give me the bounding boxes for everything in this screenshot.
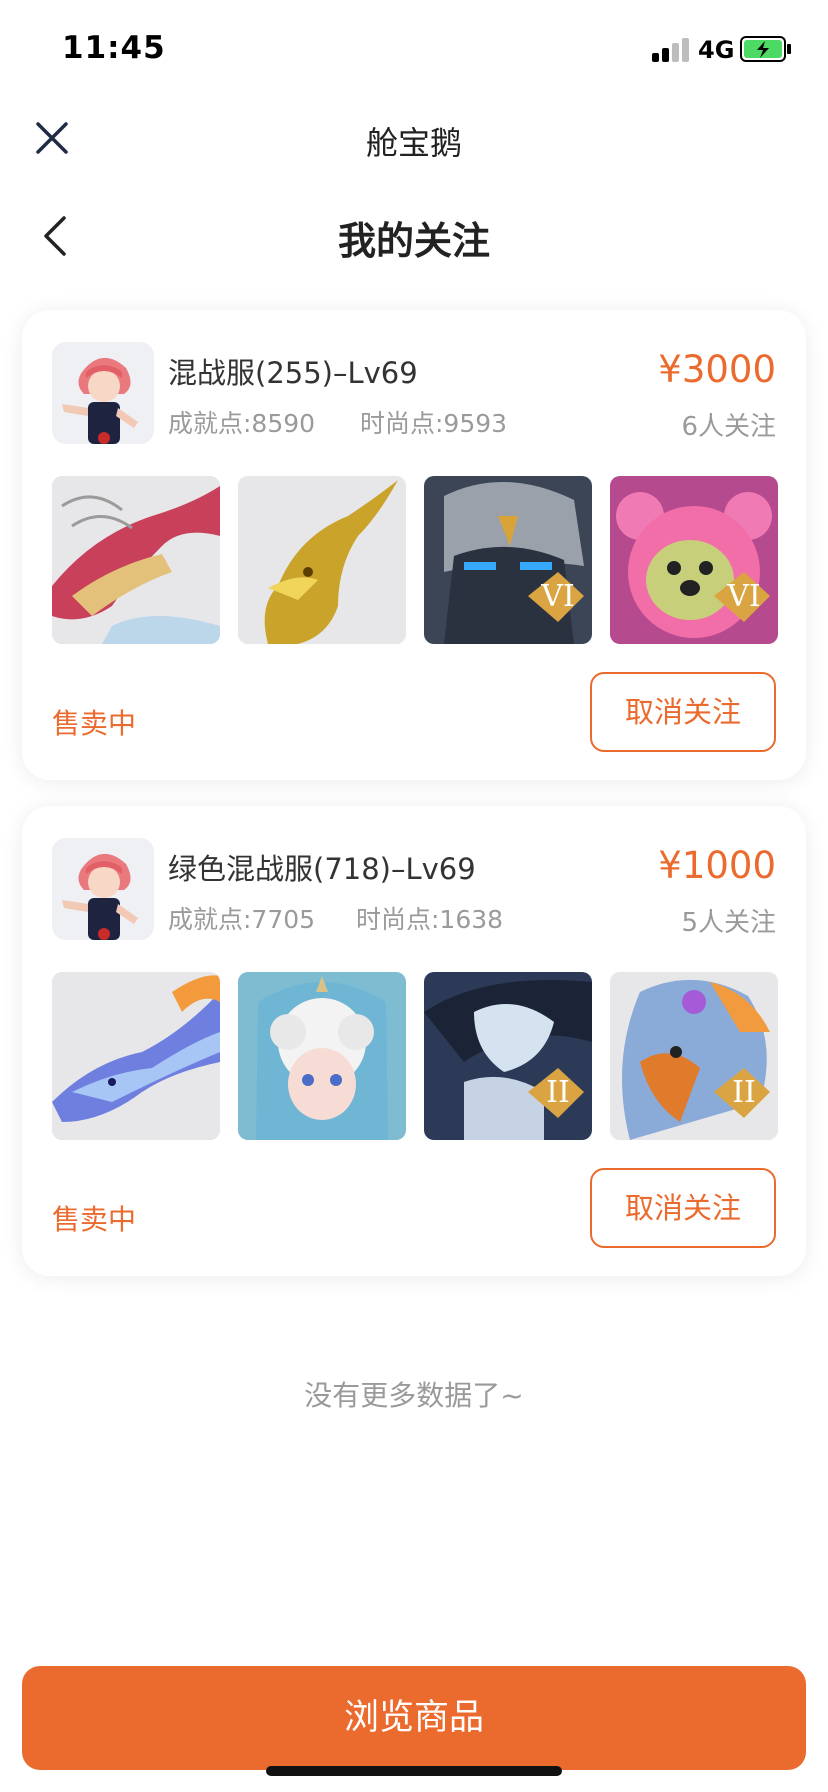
sale-status: 售卖中 [52, 707, 137, 740]
item-thumbnails: II II [52, 972, 778, 1140]
fashion-points: 时尚点:9593 [360, 409, 508, 438]
page-title: 我的关注 [337, 219, 490, 263]
no-more-data-label: 没有更多数据了~ [304, 1379, 524, 1412]
item-thumbnails: VI VI [52, 476, 778, 644]
price: ¥1000 [658, 844, 776, 887]
sale-status: 售卖中 [52, 1203, 137, 1236]
character-avatar [52, 342, 154, 444]
unfollow-button[interactable]: 取消关注 [590, 1168, 776, 1248]
fashion-points: 时尚点:1638 [356, 905, 504, 934]
network-label: 4G [698, 36, 735, 64]
listing-card[interactable]: 混战服(255)–Lv69 成就点:8590 时尚点:9593 ¥3000 6人… [22, 310, 806, 780]
server-name: 混战服(255)–Lv69 [168, 356, 418, 390]
rank-badge: VI [726, 579, 761, 614]
my-follows-page: 11:45 4G 舱宝鹅 我的关注 混战服(255)–Lv69 成就点:8590… [0, 0, 828, 1792]
listing-card[interactable]: 绿色混战服(718)–Lv69 成就点:7705 时尚点:1638 ¥1000 … [22, 806, 806, 1276]
status-bar: 11:45 4G [0, 0, 828, 100]
achievement-points: 成就点:7705 [168, 905, 316, 934]
app-title: 舱宝鹅 [365, 124, 462, 162]
follower-count: 5人关注 [681, 908, 776, 938]
ice-dragon-rider-icon[interactable]: II [424, 972, 592, 1140]
cloud-doll-icon[interactable] [238, 972, 406, 1140]
battery-charging-icon [740, 36, 791, 62]
red-dragon-icon[interactable] [52, 476, 220, 644]
status-time: 11:45 [62, 30, 166, 66]
home-indicator[interactable] [266, 1766, 562, 1776]
browse-products-button[interactable]: 浏览商品 [22, 1666, 806, 1770]
eagle-icon[interactable]: II [610, 972, 778, 1140]
unfollow-button[interactable]: 取消关注 [590, 672, 776, 752]
stone-golem-icon[interactable]: VI [424, 476, 592, 644]
rank-badge: II [732, 1075, 756, 1110]
character-avatar [52, 838, 154, 940]
rank-badge: VI [540, 579, 575, 614]
follower-count: 6人关注 [681, 412, 776, 442]
rank-badge: II [546, 1075, 570, 1110]
server-name: 绿色混战服(718)–Lv69 [168, 852, 476, 886]
achievement-points: 成就点:8590 [168, 409, 316, 438]
signal-icon [652, 38, 692, 62]
price: ¥3000 [658, 348, 776, 391]
blue-dragon-icon[interactable] [52, 972, 220, 1140]
golden-phoenix-icon[interactable] [238, 476, 406, 644]
pink-bear-icon[interactable]: VI [610, 476, 778, 644]
